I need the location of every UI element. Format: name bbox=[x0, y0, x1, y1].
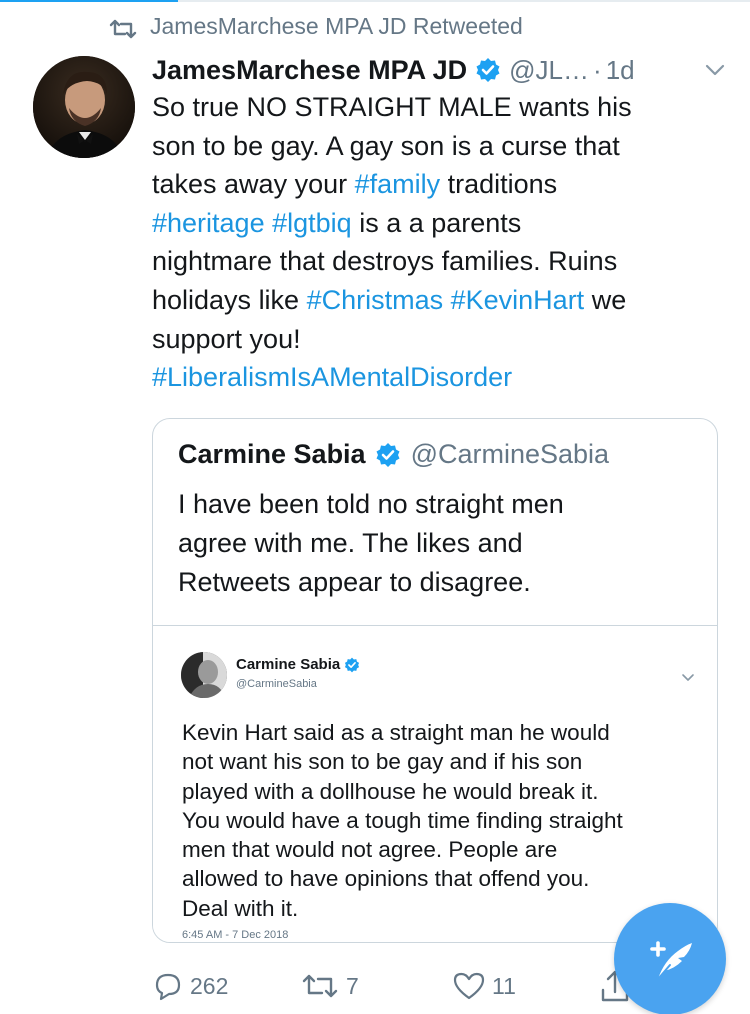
like-count: 11 bbox=[492, 972, 516, 999]
tweet-text-line: nightmare that destroys families. Ruins bbox=[152, 242, 727, 281]
tweet-text-segment: So true NO STRAIGHT MALE wants his bbox=[152, 92, 632, 122]
quoted-author-name: Carmine Sabia bbox=[178, 439, 366, 469]
embedded-author-avatar bbox=[181, 652, 227, 698]
author-avatar[interactable] bbox=[33, 56, 135, 158]
embedded-text-line: Deal with it. bbox=[182, 895, 299, 921]
tweet-text-segment: is a a parents bbox=[351, 207, 522, 238]
embedded-text-line: not want his son to be gay and if his so… bbox=[182, 749, 583, 775]
quoted-tweet[interactable]: Carmine Sabia @CarmineSabia I have been … bbox=[152, 418, 718, 943]
embedded-text-line: allowed to have opinions that offend you… bbox=[182, 866, 590, 892]
tweet-text-line: son to be gay. A gay son is a curse that bbox=[152, 127, 727, 166]
tweet[interactable]: JamesMarchese MPA JD @JL… · 1d So true N… bbox=[152, 50, 727, 397]
author-name[interactable]: JamesMarchese MPA JD bbox=[152, 55, 467, 86]
embedded-text-line: played with a dollhouse he would break i… bbox=[182, 778, 599, 804]
separator-dot: · bbox=[593, 54, 602, 85]
retweet-button[interactable]: 7 bbox=[300, 962, 359, 1010]
embedded-tweet-image[interactable]: Carmine Sabia @CarmineSabia Kevin Hart s… bbox=[153, 625, 717, 942]
quoted-tweet-header: Carmine Sabia @CarmineSabia bbox=[178, 439, 609, 470]
verified-badge-icon bbox=[345, 657, 360, 672]
tweet-text-segment: nightmare that destroys families. Ruins bbox=[152, 246, 618, 277]
reply-button[interactable]: 262 bbox=[152, 962, 228, 1010]
hashtag-link[interactable]: #KevinHart bbox=[451, 285, 585, 315]
hashtag-link[interactable]: #LiberalismIsAMentalDisorder bbox=[152, 362, 512, 392]
quoted-tweet-text: I have been told no straight men agree w… bbox=[178, 485, 564, 602]
tweet-text: So true NO STRAIGHT MALE wants his son to… bbox=[152, 88, 727, 397]
tweet-header: JamesMarchese MPA JD @JL… · 1d bbox=[152, 50, 727, 90]
retweet-context[interactable]: JamesMarchese MPA JD Retweeted bbox=[108, 14, 523, 44]
tweet-text-line: support you! bbox=[152, 320, 727, 359]
embedded-author-name-row: Carmine Sabia bbox=[236, 656, 360, 673]
retweet-context-label: JamesMarchese MPA JD Retweeted bbox=[150, 14, 523, 39]
tweet-text-line: holidays like #Christmas #KevinHart we bbox=[152, 281, 727, 320]
quoted-text-line: Retweets appear to disagree. bbox=[178, 567, 531, 597]
chevron-down-icon[interactable] bbox=[703, 58, 727, 82]
embedded-text-line: men that would not agree. People are bbox=[182, 837, 558, 863]
tweet-text-segment: traditions bbox=[440, 169, 558, 200]
tweet-text-segment bbox=[265, 208, 273, 238]
tweet-text-segment: support you! bbox=[152, 323, 301, 354]
like-button[interactable]: 11 bbox=[452, 962, 516, 1010]
reply-icon bbox=[155, 973, 181, 1001]
embedded-author-handle: @CarmineSabia bbox=[236, 678, 317, 690]
embedded-text-line: Kevin Hart said as a straight man he wou… bbox=[182, 720, 610, 745]
verified-badge-icon bbox=[476, 58, 500, 82]
tweet-text-segment: holidays like bbox=[152, 284, 307, 315]
retweet-count: 7 bbox=[346, 972, 359, 999]
embedded-text-line: You would have a tough time finding stra… bbox=[182, 807, 623, 833]
tweet-text-segment bbox=[443, 285, 451, 315]
verified-badge-icon bbox=[376, 442, 400, 467]
hashtag-link[interactable]: #Christmas bbox=[307, 285, 444, 315]
compose-tweet-button[interactable] bbox=[614, 903, 726, 1014]
embedded-author-name: Carmine Sabia bbox=[236, 656, 341, 673]
reply-count: 262 bbox=[190, 972, 229, 999]
avatar-image bbox=[33, 56, 135, 158]
embedded-timestamp: 6:45 AM - 7 Dec 2018 bbox=[182, 929, 289, 941]
hashtag-link[interactable]: #lgtbiq bbox=[272, 208, 352, 238]
tweet-text-line: So true NO STRAIGHT MALE wants his bbox=[152, 88, 727, 127]
tab-indicator-active bbox=[0, 0, 178, 2]
tweet-text-line: #LiberalismIsAMentalDisorder bbox=[152, 358, 727, 397]
heart-icon bbox=[453, 972, 485, 1000]
tweet-text-line: takes away your #family traditions bbox=[152, 165, 727, 204]
hashtag-link[interactable]: #heritage bbox=[152, 208, 265, 238]
tweet-text-segment: we bbox=[584, 284, 627, 315]
compose-tweet-icon bbox=[650, 941, 692, 980]
tweet-time[interactable]: 1d bbox=[606, 55, 635, 86]
hashtag-link[interactable]: #family bbox=[355, 169, 441, 199]
tweet-text-segment: takes away your bbox=[152, 169, 355, 200]
embedded-tweet-text: Kevin Hart said as a straight man he wou… bbox=[182, 718, 623, 923]
retweet-icon bbox=[109, 19, 137, 39]
tweet-text-line: #heritage #lgtbiq is a a parents bbox=[152, 204, 727, 243]
quoted-text-line: agree with me. The likes and bbox=[178, 528, 523, 558]
embedded-avatar-image bbox=[181, 652, 227, 698]
quoted-author-handle: @CarmineSabia bbox=[410, 439, 610, 469]
chevron-down-icon bbox=[682, 674, 694, 681]
tweet-text-segment: son to be gay. A gay son is a curse that bbox=[152, 130, 620, 161]
tweet-actions: 262 7 11 bbox=[152, 962, 632, 1010]
retweet-icon bbox=[302, 974, 338, 998]
author-handle[interactable]: @JL… bbox=[509, 55, 589, 86]
quoted-text-line: I have been told no straight men bbox=[178, 489, 564, 519]
tab-indicator bbox=[0, 0, 750, 2]
